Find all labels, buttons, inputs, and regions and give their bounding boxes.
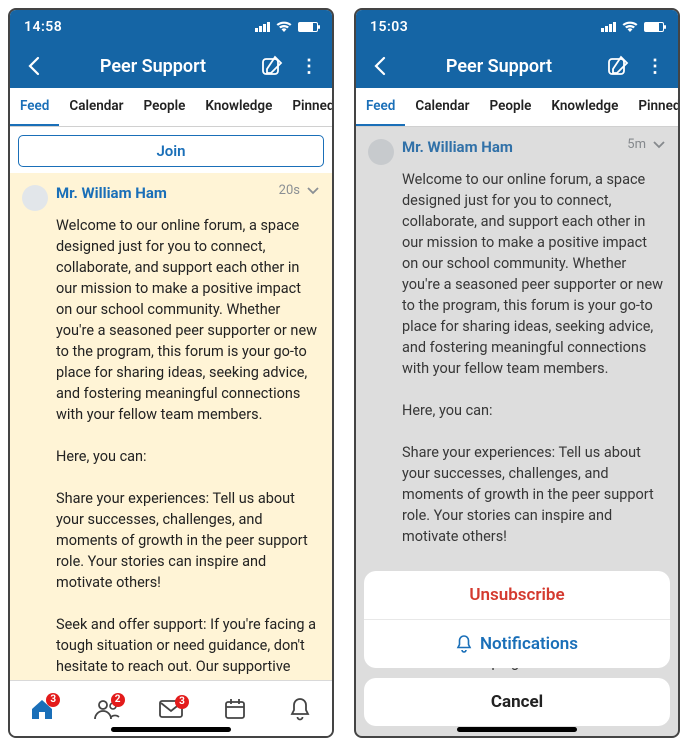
join-button[interactable]: Join xyxy=(18,135,324,167)
wifi-icon xyxy=(276,21,292,33)
overflow-menu-button[interactable]: ⋮ xyxy=(640,56,668,77)
battery-icon xyxy=(298,22,318,32)
sheet-cancel[interactable]: Cancel xyxy=(364,678,670,726)
tab-pinned[interactable]: Pinned xyxy=(628,88,678,126)
tab-strip: Feed Calendar People Knowledge Pinned Li xyxy=(10,88,332,127)
status-indicators xyxy=(255,21,318,33)
action-sheet: Unsubscribe Notifications Cancel xyxy=(364,571,670,726)
tab-home[interactable]: 3 xyxy=(22,697,62,721)
avatar[interactable] xyxy=(22,185,48,211)
compose-button[interactable] xyxy=(604,55,632,77)
post-age: 20s xyxy=(279,183,300,198)
post-author[interactable]: Mr. William Ham xyxy=(56,184,167,202)
nav-header: Peer Support ⋮ xyxy=(356,44,678,88)
tab-calendar[interactable]: Calendar xyxy=(405,88,479,126)
bell-icon xyxy=(456,635,472,653)
badge-home: 3 xyxy=(46,693,60,707)
feed-content[interactable]: Mr. William Ham 20s Welcome to our onlin… xyxy=(10,173,332,680)
badge-mail: 3 xyxy=(175,695,189,709)
back-button[interactable] xyxy=(20,56,48,76)
tab-strip: Feed Calendar People Knowledge Pinned Li xyxy=(356,88,678,127)
tab-mail[interactable]: 3 xyxy=(151,699,191,719)
tab-people[interactable]: 2 xyxy=(87,697,127,721)
screenshot-left: 14:58 Peer Support ⋮ Feed Calendar Peopl… xyxy=(8,8,334,738)
overflow-menu-button[interactable]: ⋮ xyxy=(294,56,322,77)
chevron-down-icon[interactable] xyxy=(306,186,320,196)
status-time: 14:58 xyxy=(24,19,62,35)
post-body: Welcome to our online forum, a space des… xyxy=(56,215,320,680)
compose-button[interactable] xyxy=(258,55,286,77)
status-indicators xyxy=(601,21,664,33)
tab-notifications[interactable] xyxy=(280,697,320,721)
signal-icon xyxy=(255,22,270,32)
page-title: Peer Support xyxy=(56,56,250,77)
tab-feed[interactable]: Feed xyxy=(10,88,59,126)
home-indicator[interactable] xyxy=(111,727,231,732)
tab-people[interactable]: People xyxy=(480,88,542,126)
sheet-notifications[interactable]: Notifications xyxy=(364,619,670,668)
sheet-notifications-label: Notifications xyxy=(480,634,578,654)
badge-people: 2 xyxy=(111,693,125,707)
home-indicator[interactable] xyxy=(457,727,577,732)
battery-icon xyxy=(644,22,664,32)
status-bar: 15:03 xyxy=(356,10,678,44)
status-bar: 14:58 xyxy=(10,10,332,44)
signal-icon xyxy=(601,22,616,32)
back-button[interactable] xyxy=(366,56,394,76)
tab-calendar[interactable]: Calendar xyxy=(59,88,133,126)
tab-people[interactable]: People xyxy=(134,88,196,126)
tab-knowledge[interactable]: Knowledge xyxy=(541,88,628,126)
status-time: 15:03 xyxy=(370,19,408,35)
tab-calendar[interactable] xyxy=(215,697,255,721)
tab-knowledge[interactable]: Knowledge xyxy=(195,88,282,126)
wifi-icon xyxy=(622,21,638,33)
feed-content[interactable]: Mr. William Ham 5m Welcome to our online… xyxy=(356,127,678,736)
post-card[interactable]: Mr. William Ham 20s Welcome to our onlin… xyxy=(10,173,332,680)
tab-feed[interactable]: Feed xyxy=(356,88,405,126)
sheet-unsubscribe[interactable]: Unsubscribe xyxy=(364,571,670,619)
screenshot-right: 15:03 Peer Support ⋮ Feed Calendar Peopl… xyxy=(354,8,680,738)
nav-header: Peer Support ⋮ xyxy=(10,44,332,88)
tab-pinned[interactable]: Pinned xyxy=(282,88,332,126)
page-title: Peer Support xyxy=(402,56,596,77)
